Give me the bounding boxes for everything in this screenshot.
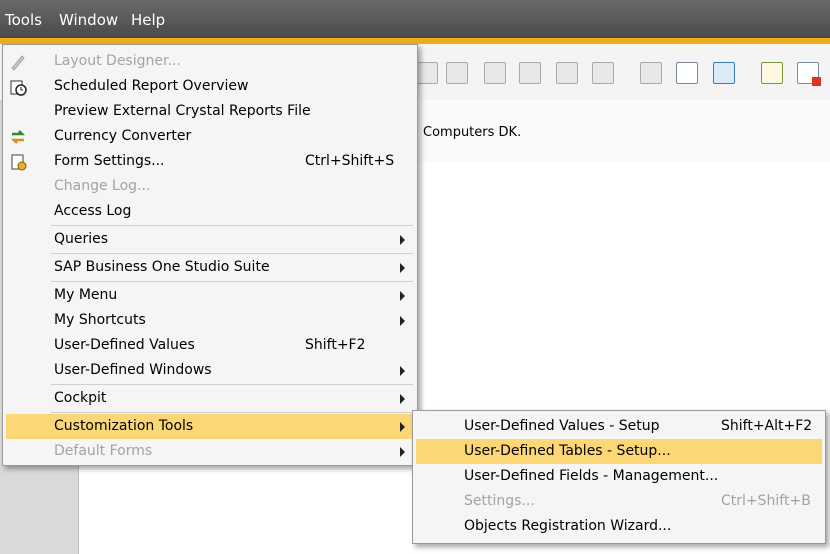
menu-item-user-defined-windows[interactable]: User-Defined Windows: [54, 358, 414, 383]
submenu-arrow-icon: [400, 422, 405, 432]
mail-badge-icon: [812, 77, 821, 86]
menu-item-scheduled-report-overview[interactable]: Scheduled Report Overview: [54, 74, 414, 99]
menu-separator: [51, 253, 413, 254]
submenu-item-udt-setup[interactable]: User-Defined Tables - Setup...: [416, 439, 822, 464]
udv-setup-shortcut: Shift+Alt+F2: [721, 418, 813, 434]
form-settings-shortcut: Ctrl+Shift+S: [305, 153, 395, 169]
menu-item-access-log[interactable]: Access Log: [54, 199, 414, 224]
menu-item-cockpit[interactable]: Cockpit: [54, 386, 414, 411]
toolbar-calculator-icon[interactable]: [446, 62, 468, 84]
submenu-arrow-icon: [400, 263, 405, 273]
toolbar-payment-icon[interactable]: [556, 62, 578, 84]
customization-tools-submenu: User-Defined Values - Setup Shift+Alt+F2…: [412, 410, 826, 544]
submenu-arrow-icon: [400, 447, 405, 457]
menu-item-change-log: Change Log...: [54, 178, 151, 194]
settings-shortcut: Ctrl+Shift+B: [721, 493, 811, 509]
submenu-item-udv-setup[interactable]: User-Defined Values - Setup Shift+Alt+F2: [464, 414, 822, 439]
menu-item-user-defined-values[interactable]: User-Defined Values Shift+F2: [54, 333, 414, 358]
toolbar-pencil-icon[interactable]: [640, 62, 662, 84]
toolbar-mail-icon[interactable]: [797, 62, 821, 86]
toolbar-money-bag-icon[interactable]: [484, 62, 506, 84]
menu-separator: [51, 412, 413, 413]
toolbar-database-icon[interactable]: [713, 62, 735, 84]
submenu-arrow-icon: [400, 394, 405, 404]
menu-item-customization-tools[interactable]: Customization Tools: [6, 414, 414, 439]
menu-item-layout-designer: Layout Designer...: [54, 53, 181, 69]
menu-item-currency-converter[interactable]: Currency Converter: [54, 124, 414, 149]
submenu-item-udf-management[interactable]: User-Defined Fields - Management...: [464, 464, 822, 489]
menu-separator: [51, 225, 413, 226]
menu-window[interactable]: Window: [59, 11, 118, 29]
menu-tools[interactable]: Tools: [5, 11, 42, 29]
toolbar-print-icon[interactable]: [416, 62, 438, 84]
form-settings-icon: [11, 154, 27, 171]
currency-converter-icon: [10, 130, 26, 144]
submenu-item-objects-registration-wizard[interactable]: Objects Registration Wizard...: [464, 514, 822, 539]
menu-separator: [51, 281, 413, 282]
submenu-arrow-icon: [400, 291, 405, 301]
menu-separator: [51, 384, 413, 385]
menu-item-default-forms: Default Forms: [54, 439, 414, 464]
menu-item-queries[interactable]: Queries: [54, 227, 414, 252]
submenu-arrow-icon: [400, 316, 405, 326]
layout-designer-icon: [11, 55, 25, 71]
scheduled-report-icon: [10, 80, 27, 96]
submenu-item-settings: Settings... Ctrl+Shift+B: [464, 489, 822, 514]
udv-shortcut: Shift+F2: [305, 337, 366, 353]
menu-item-my-menu[interactable]: My Menu: [54, 283, 414, 308]
submenu-arrow-icon: [400, 366, 405, 376]
company-name: Computers DK.: [423, 125, 522, 140]
menu-help[interactable]: Help: [131, 11, 165, 29]
toolbar-chart-icon[interactable]: [519, 62, 541, 84]
menu-item-my-shortcuts[interactable]: My Shortcuts: [54, 308, 414, 333]
menu-item-form-settings[interactable]: Form Settings... Ctrl+Shift+S: [54, 149, 414, 174]
menu-item-studio-suite[interactable]: SAP Business One Studio Suite: [54, 255, 414, 280]
toolbar-gear-icon[interactable]: [592, 62, 614, 84]
toolbar-document-settings-icon[interactable]: [676, 62, 698, 84]
menu-bar: Tools Window Help: [0, 0, 830, 38]
menu-item-preview-crystal-reports[interactable]: Preview External Crystal Reports File: [54, 99, 414, 124]
toolbar-checklist-icon[interactable]: [761, 62, 783, 84]
tools-menu: Layout Designer... Scheduled Report Over…: [2, 44, 418, 466]
submenu-arrow-icon: [400, 235, 405, 245]
